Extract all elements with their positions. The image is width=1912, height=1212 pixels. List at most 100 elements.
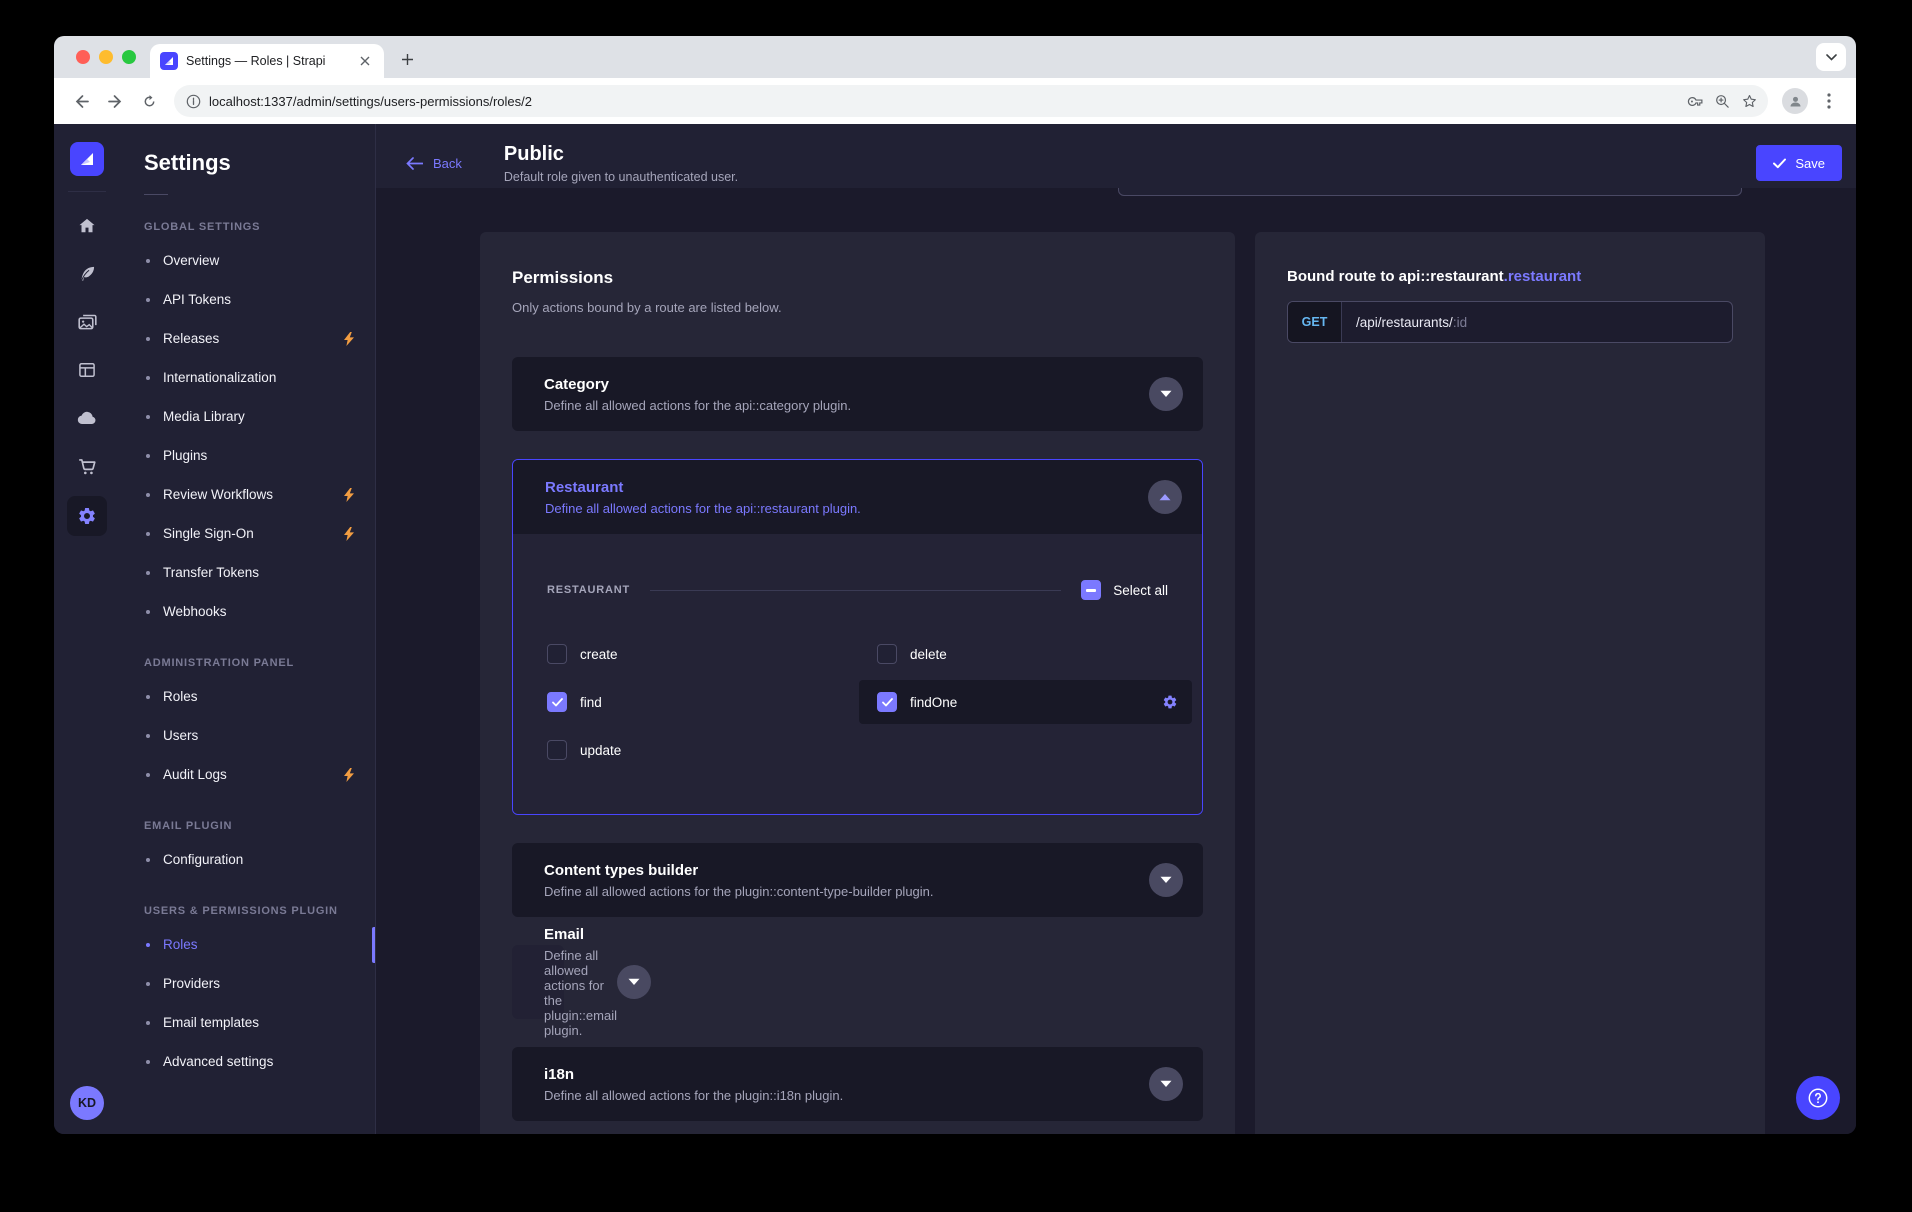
lightning-badge-icon — [343, 488, 355, 502]
tab-close-icon[interactable] — [356, 52, 374, 70]
close-window-button[interactable] — [76, 50, 90, 64]
password-key-icon[interactable] — [1687, 93, 1704, 110]
strapi-favicon-icon — [160, 52, 178, 70]
tab-search-chevron-icon[interactable] — [1816, 43, 1846, 71]
section-administration-panel: ADMINISTRATION PANEL — [144, 657, 375, 669]
create-checkbox[interactable] — [547, 644, 567, 664]
bullet-dot — [146, 858, 150, 862]
sidebar-item-api-tokens[interactable]: API Tokens — [120, 280, 375, 319]
sidebar-item-providers[interactable]: Providers — [120, 964, 375, 1003]
bound-route-title: Bound route to api::restaurant.restauran… — [1287, 268, 1733, 285]
indeterminate-minus-icon — [1086, 589, 1096, 592]
accordion-email[interactable]: Email Define all allowed actions for the… — [512, 945, 564, 1019]
sidebar-item-media-library[interactable]: Media Library — [120, 397, 375, 436]
scroll-area: Permissions Only actions bound by a rout… — [376, 188, 1856, 1134]
deploy-cloud-icon[interactable] — [65, 394, 109, 442]
lightning-badge-icon — [343, 332, 355, 346]
browser-menu-dots-icon[interactable] — [1814, 86, 1844, 116]
content-type-builder-layout-icon[interactable] — [65, 346, 109, 394]
route-display: GET /api/restaurants/:id — [1287, 301, 1733, 343]
section-email-plugin: EMAIL PLUGIN — [144, 820, 375, 832]
chevron-down-icon[interactable] — [1149, 377, 1183, 411]
url-bar[interactable]: localhost:1337/admin/settings/users-perm… — [174, 85, 1768, 117]
sidebar-item-audit-logs[interactable]: Audit Logs — [120, 755, 375, 794]
accordion-restaurant-expanded: Restaurant Define all allowed actions fo… — [512, 459, 1203, 815]
permissions-panel: Permissions Only actions bound by a rout… — [480, 232, 1235, 1134]
page-title: Public — [504, 143, 738, 166]
chevron-up-icon[interactable] — [1148, 480, 1182, 514]
delete-checkbox[interactable] — [877, 644, 897, 664]
findone-checkbox[interactable] — [877, 692, 897, 712]
browser-tab[interactable]: Settings — Roles | Strapi — [150, 44, 384, 78]
sidebar-item-admin-roles[interactable]: Roles — [120, 677, 375, 716]
accordion-i18n[interactable]: i18n Define all allowed actions for the … — [512, 1047, 1203, 1121]
route-path-base: /api/restaurants/ — [1356, 315, 1453, 330]
group-divider-line — [650, 590, 1061, 591]
help-button[interactable] — [1796, 1076, 1840, 1120]
bullet-dot — [146, 1060, 150, 1064]
check-icon — [1773, 158, 1786, 169]
sidebar-item-email-templates[interactable]: Email templates — [120, 1003, 375, 1042]
sidebar-item-review-workflows[interactable]: Review Workflows — [120, 475, 375, 514]
zoom-window-button[interactable] — [122, 50, 136, 64]
marketplace-cart-icon[interactable] — [65, 442, 109, 490]
settings-gear-icon[interactable] — [67, 496, 107, 536]
role-description-input-clipped[interactable] — [1118, 188, 1742, 196]
back-button[interactable]: Back — [406, 156, 462, 171]
section-users-permissions-plugin: USERS & PERMISSIONS PLUGIN — [144, 905, 375, 917]
zoom-page-icon[interactable] — [1714, 93, 1731, 110]
accordion-category[interactable]: Category Define all allowed actions for … — [512, 357, 1203, 431]
chevron-down-icon[interactable] — [1149, 863, 1183, 897]
bookmark-star-icon[interactable] — [1741, 93, 1758, 110]
sidebar-item-internationalization[interactable]: Internationalization — [120, 358, 375, 397]
sidebar-item-transfer-tokens[interactable]: Transfer Tokens — [120, 553, 375, 592]
content-manager-feather-icon[interactable] — [65, 250, 109, 298]
strapi-logo-icon[interactable] — [70, 142, 104, 176]
chevron-down-icon[interactable] — [1149, 1067, 1183, 1101]
user-avatar[interactable]: KD — [70, 1086, 104, 1120]
permissions-subtitle: Only actions bound by a route are listed… — [512, 300, 1203, 315]
sidebar-item-up-roles[interactable]: Roles — [120, 925, 375, 964]
bullet-dot — [146, 493, 150, 497]
select-all-checkbox[interactable] — [1081, 580, 1101, 600]
accordion-content-types-builder[interactable]: Content types builder Define all allowed… — [512, 843, 1203, 917]
bound-route-title-suffix: .restaurant — [1504, 268, 1582, 285]
permission-create: create — [547, 630, 877, 678]
accordion-description: Define all allowed actions for the plugi… — [544, 884, 934, 899]
save-label: Save — [1795, 156, 1825, 171]
reload-icon[interactable] — [134, 86, 164, 116]
traffic-lights — [76, 50, 136, 64]
url-text[interactable]: localhost:1337/admin/settings/users-perm… — [209, 94, 1679, 109]
sidebar-item-advanced-settings[interactable]: Advanced settings — [120, 1042, 375, 1081]
permission-findone[interactable]: findOne — [859, 680, 1192, 724]
bullet-dot — [146, 532, 150, 536]
advanced-settings-gear-icon[interactable] — [1162, 694, 1178, 710]
minimize-window-button[interactable] — [99, 50, 113, 64]
sidebar-item-webhooks[interactable]: Webhooks — [120, 592, 375, 631]
forward-nav-icon[interactable] — [100, 86, 130, 116]
main-content: Back Public Default role given to unauth… — [376, 124, 1856, 1134]
browser-profile-avatar[interactable] — [1782, 88, 1808, 114]
sidebar-item-releases[interactable]: Releases — [120, 319, 375, 358]
sidebar-item-single-sign-on[interactable]: Single Sign-On — [120, 514, 375, 553]
sidebar-item-configuration[interactable]: Configuration — [120, 840, 375, 879]
site-info-icon[interactable] — [186, 94, 201, 109]
check-icon — [552, 698, 563, 707]
home-icon[interactable] — [65, 202, 109, 250]
back-nav-icon[interactable] — [66, 86, 96, 116]
media-library-images-icon[interactable] — [65, 298, 109, 346]
permission-update: update — [547, 726, 877, 774]
find-checkbox[interactable] — [547, 692, 567, 712]
save-button[interactable]: Save — [1756, 145, 1842, 181]
chevron-down-icon[interactable] — [617, 965, 651, 999]
new-tab-button[interactable] — [394, 46, 420, 72]
sidebar-item-plugins[interactable]: Plugins — [120, 436, 375, 475]
accordion-title: Email — [544, 926, 617, 943]
sidebar-item-users[interactable]: Users — [120, 716, 375, 755]
tab-strip: Settings — Roles | Strapi — [54, 36, 1856, 78]
bullet-dot — [146, 571, 150, 575]
update-checkbox[interactable] — [547, 740, 567, 760]
bullet-dot — [146, 734, 150, 738]
sidebar-item-overview[interactable]: Overview — [120, 241, 375, 280]
accordion-restaurant-header[interactable]: Restaurant Define all allowed actions fo… — [513, 460, 1202, 534]
